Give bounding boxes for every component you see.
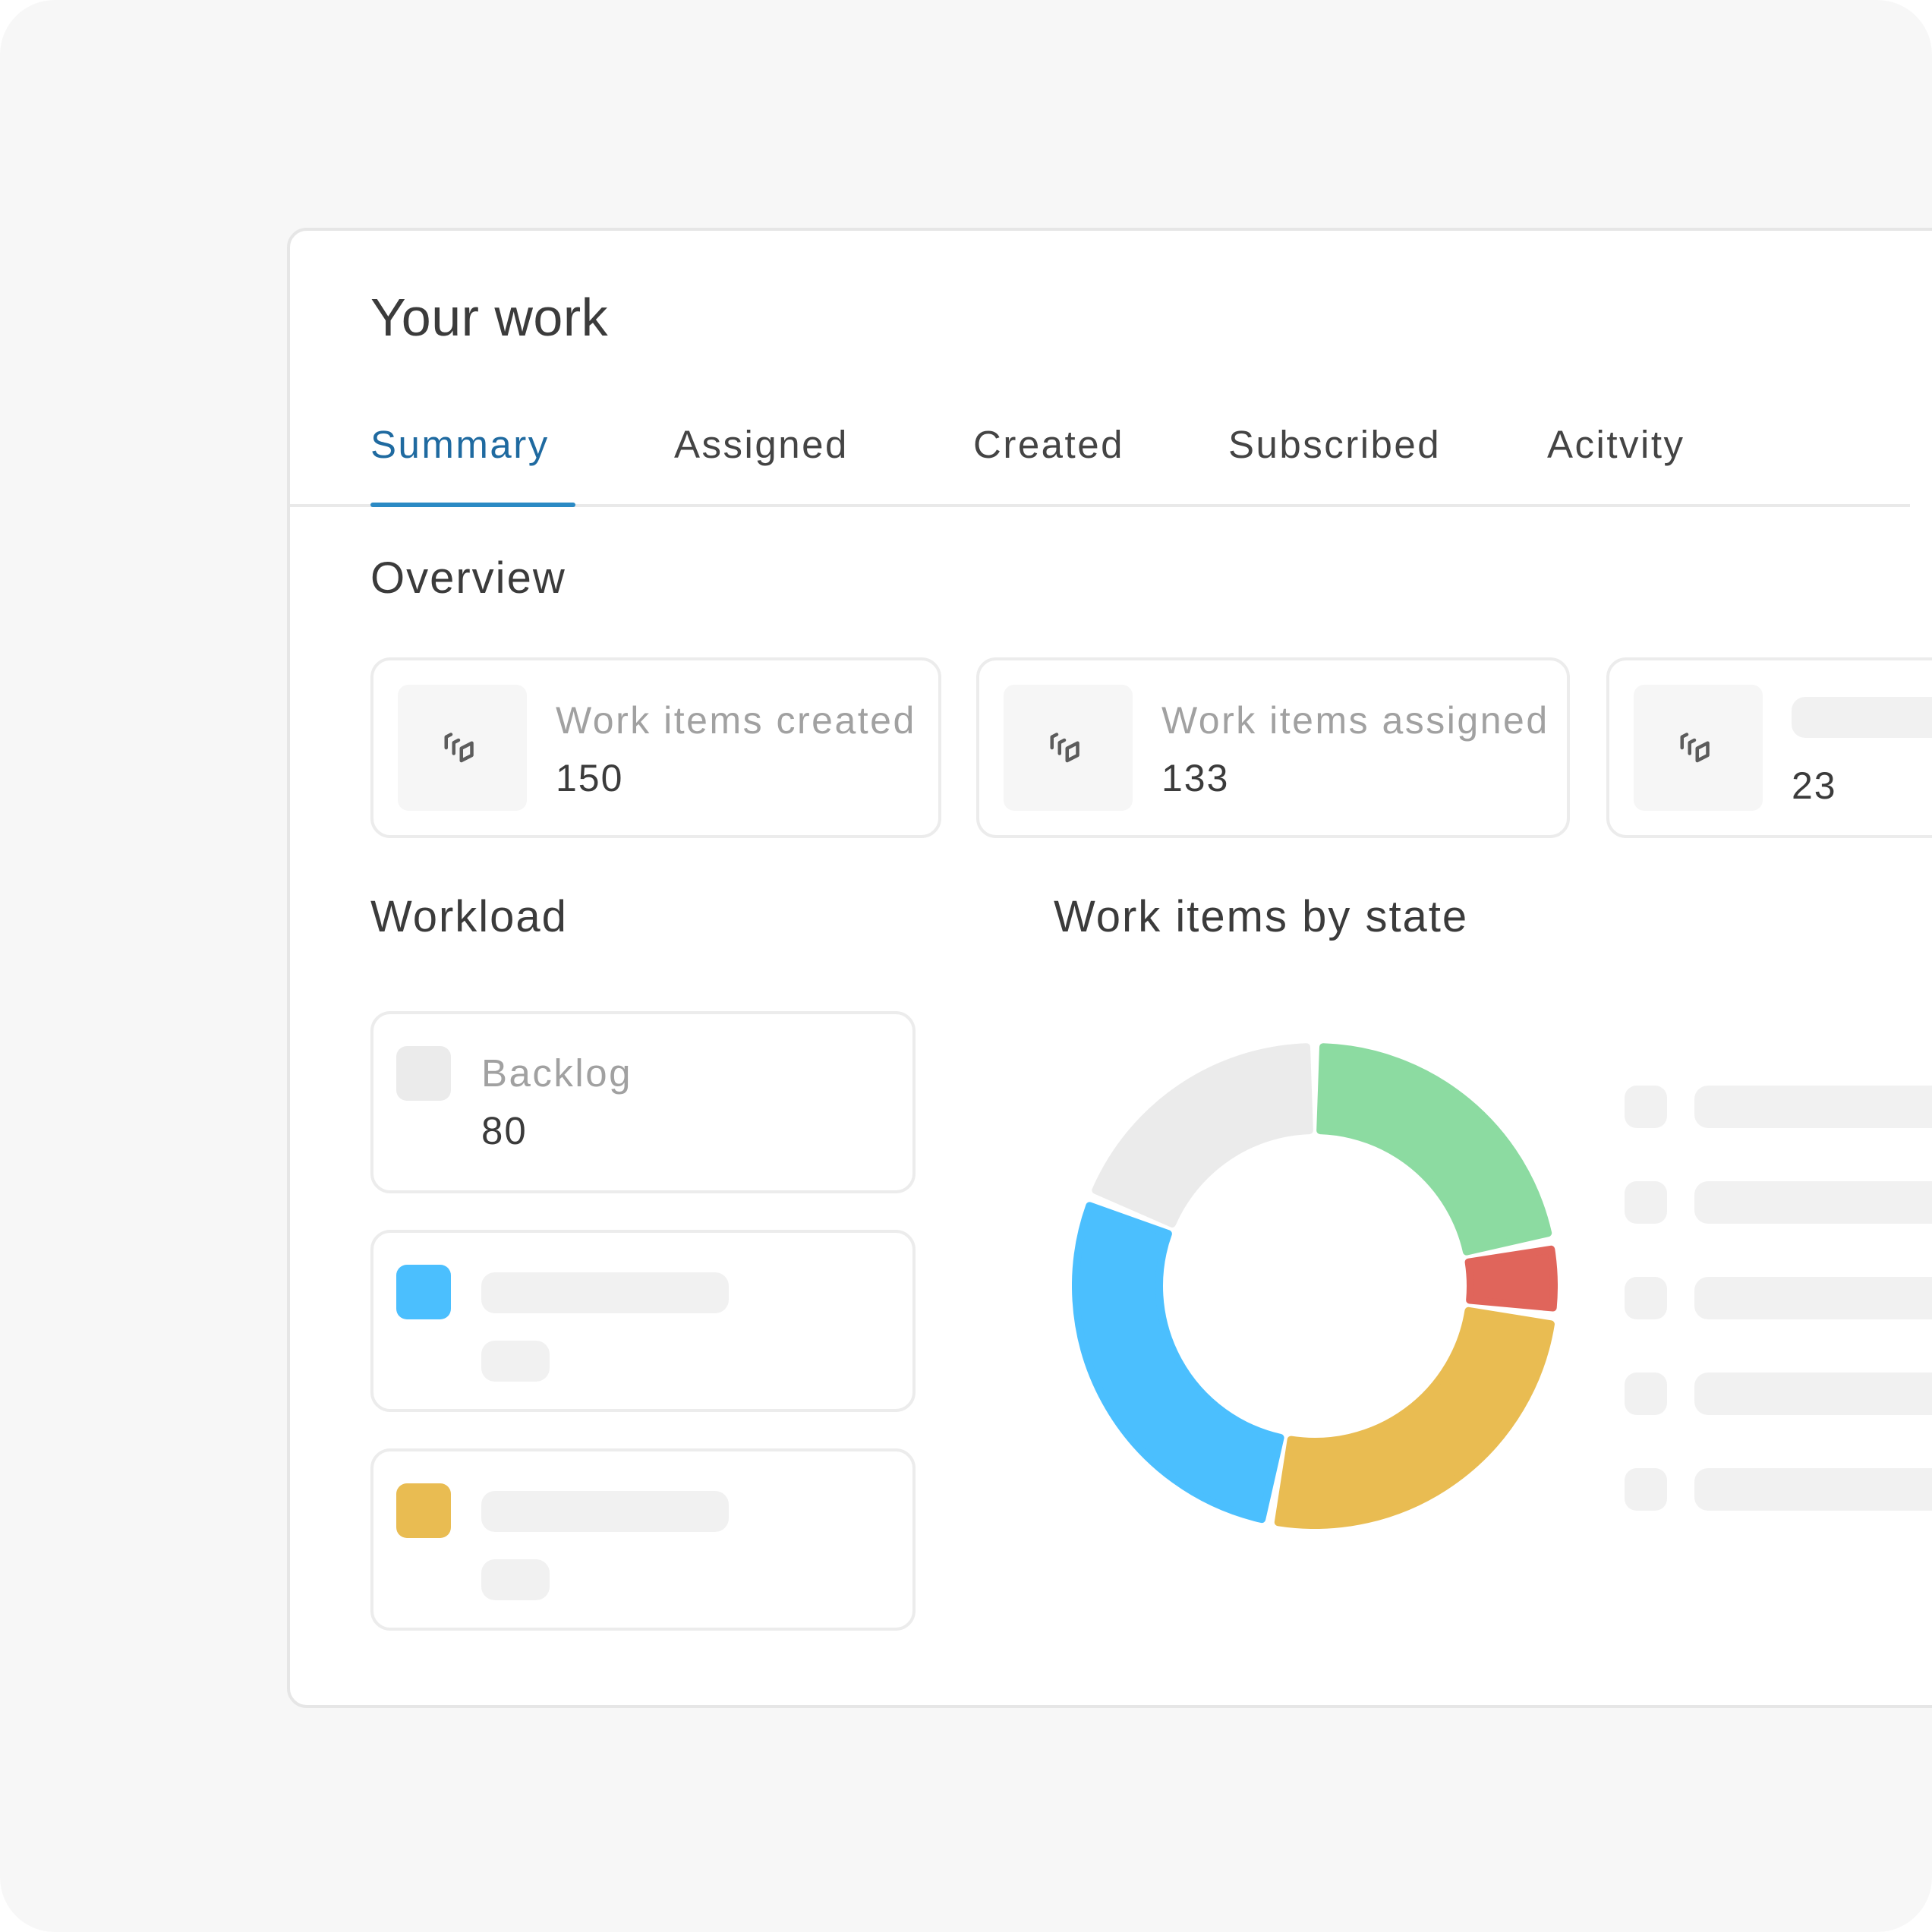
legend-label-placeholder <box>1694 1468 1932 1511</box>
by-state-title: Work items by state <box>1054 892 1469 941</box>
tab-created[interactable]: Created <box>973 422 1124 467</box>
active-tab-indicator <box>370 503 575 507</box>
tab-subscribed[interactable]: Subscribed <box>1228 422 1441 467</box>
state-color-swatch <box>396 1046 451 1101</box>
legend-dot-placeholder <box>1625 1373 1667 1415</box>
page-title: Your work <box>370 288 609 347</box>
legend-dot-placeholder <box>1625 1181 1667 1224</box>
app-background: Your work Summary Assigned Created Subsc… <box>0 0 1932 1932</box>
donut-slice-2[interactable] <box>1464 1245 1558 1312</box>
donut-slice-3[interactable] <box>1274 1306 1555 1529</box>
legend-label-placeholder <box>1694 1181 1932 1224</box>
legend-label-placeholder <box>1694 1277 1932 1319</box>
tab-bar: Summary Assigned Created Subscribed Acit… <box>290 405 1910 507</box>
workload-label: Backlog <box>481 1051 632 1095</box>
workload-label-placeholder <box>481 1272 729 1313</box>
stat-icon-container <box>1004 685 1133 811</box>
state-donut-chart <box>1072 1043 1558 1529</box>
workload-value: 80 <box>481 1109 528 1152</box>
stat-label-placeholder <box>1792 697 1932 738</box>
stat-value: 23 <box>1792 764 1837 807</box>
workload-card[interactable] <box>370 1448 916 1631</box>
donut-slice-1[interactable] <box>1316 1043 1552 1256</box>
legend-label-placeholder <box>1694 1086 1932 1128</box>
workload-label-placeholder <box>481 1491 729 1532</box>
layers-icon <box>444 733 474 763</box>
stat-label: Work items assigned <box>1161 699 1549 742</box>
stat-value: 133 <box>1161 757 1230 799</box>
layers-icon <box>1680 733 1710 763</box>
workload-value-placeholder <box>481 1341 550 1382</box>
legend-dot-placeholder <box>1625 1277 1667 1319</box>
tab-summary[interactable]: Summary <box>370 422 550 467</box>
workload-title: Workload <box>370 892 568 941</box>
legend-label-placeholder <box>1694 1373 1932 1415</box>
stat-icon-container <box>1634 685 1763 811</box>
legend-dot-placeholder <box>1625 1468 1667 1511</box>
tab-assigned[interactable]: Assigned <box>674 422 849 467</box>
state-color-swatch <box>396 1483 451 1538</box>
tab-activity[interactable]: Acitvity <box>1547 422 1685 467</box>
donut-slice-4[interactable] <box>1072 1202 1284 1524</box>
stat-icon-container <box>398 685 527 811</box>
stat-card-created[interactable]: Work items created 150 <box>370 657 941 838</box>
legend-dot-placeholder <box>1625 1086 1667 1128</box>
your-work-panel: Your work Summary Assigned Created Subsc… <box>287 228 1932 1708</box>
state-color-swatch <box>396 1265 451 1319</box>
stat-label: Work items created <box>556 699 916 742</box>
stat-value: 150 <box>556 757 624 799</box>
workload-card[interactable] <box>370 1230 916 1412</box>
workload-card-backlog[interactable]: Backlog 80 <box>370 1011 916 1193</box>
workload-value-placeholder <box>481 1559 550 1600</box>
overview-title: Overview <box>370 553 566 603</box>
layers-icon <box>1050 733 1079 763</box>
stat-card-assigned[interactable]: Work items assigned 133 <box>976 657 1570 838</box>
donut-slice-5[interactable] <box>1092 1043 1313 1228</box>
stat-card-third[interactable]: 23 <box>1606 657 1932 838</box>
